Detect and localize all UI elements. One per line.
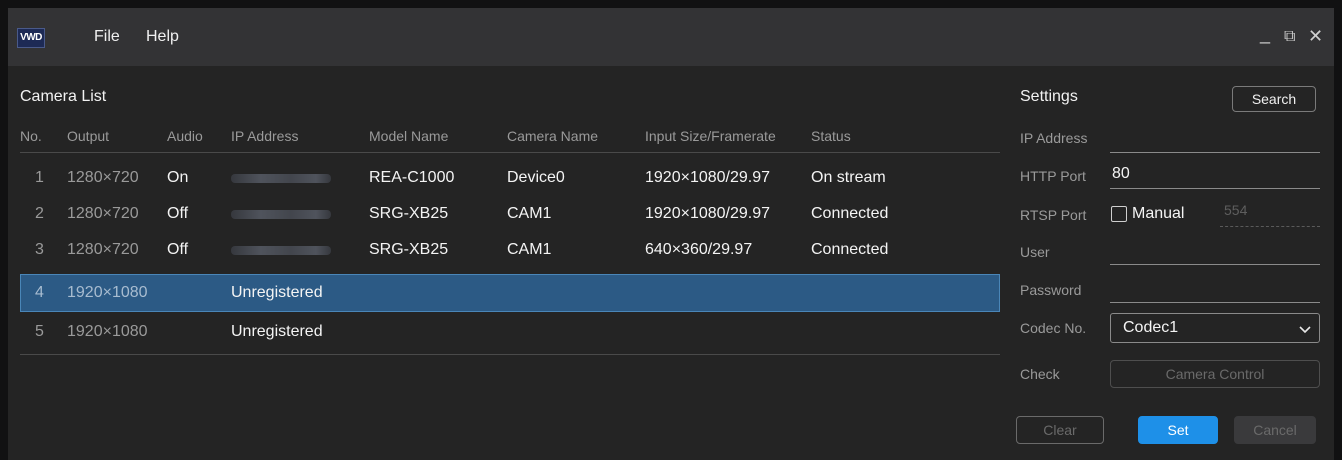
status-cell: Connected [811, 241, 889, 258]
model-cell: REA-C1000 [369, 169, 455, 186]
col-header-camera[interactable]: Camera Name [507, 128, 598, 144]
search-button[interactable]: Search [1232, 86, 1316, 112]
http-port-field[interactable] [1110, 188, 1320, 189]
minimize-icon[interactable]: _ [1260, 24, 1270, 45]
input-size-cell: 1920×1080/29.97 [645, 169, 771, 186]
col-header-audio[interactable]: Audio [167, 128, 203, 144]
col-header-input[interactable]: Input Size/Framerate [645, 128, 776, 144]
col-header-model[interactable]: Model Name [369, 128, 448, 144]
codec-select[interactable]: Codec1 [1110, 313, 1320, 343]
input-size-cell: 1920×1080/29.97 [645, 205, 771, 222]
app-logo: VWD [17, 28, 45, 48]
codec-value: Codec1 [1123, 319, 1179, 336]
model-cell: SRG-XB25 [369, 205, 449, 222]
menu-file[interactable]: File [94, 28, 120, 46]
col-header-no[interactable]: No. [20, 128, 42, 144]
camera-name-cell: CAM1 [507, 241, 552, 258]
status-cell: Connected [811, 205, 889, 222]
ip-cell: Unregistered [231, 284, 323, 301]
model-cell: SRG-XB25 [369, 241, 449, 258]
table-row-selected[interactable]: 4 1920×1080 Unregistered [20, 274, 1000, 312]
app-window: VWD File Help _ ⧉ ✕ Camera List No. Outp… [8, 8, 1334, 460]
table-bottom-divider [20, 354, 1000, 355]
codec-label: Codec No. [1020, 320, 1087, 336]
row-number: 4 [35, 284, 44, 301]
row-number: 2 [35, 205, 44, 222]
output-cell: 1920×1080 [67, 284, 148, 301]
ip-address-blurred [231, 210, 331, 219]
http-port-label: HTTP Port [1020, 168, 1086, 184]
audio-cell: Off [167, 241, 189, 258]
user-label: User [1020, 244, 1050, 260]
ip-address-field[interactable] [1110, 152, 1320, 153]
table-row[interactable]: 2 1280×720 Off SRG-XB25 CAM1 1920×1080/2… [20, 196, 1000, 232]
row-number: 1 [35, 169, 44, 186]
audio-cell: On [167, 169, 189, 186]
output-cell: 1920×1080 [67, 323, 148, 340]
title-bar: VWD File Help _ ⧉ ✕ [8, 8, 1334, 66]
output-cell: 1280×720 [67, 169, 139, 186]
manual-checkbox[interactable] [1111, 206, 1127, 222]
settings-title: Settings [1020, 88, 1078, 105]
camera-control-button[interactable]: Camera Control [1110, 360, 1320, 388]
check-label: Check [1020, 366, 1060, 382]
manual-label: Manual [1132, 205, 1185, 222]
camera-list-title: Camera List [20, 88, 107, 105]
header-divider [20, 152, 1000, 153]
http-port-value: 80 [1112, 165, 1130, 182]
ip-cell: Unregistered [231, 323, 323, 340]
status-cell: On stream [811, 169, 886, 186]
ip-address-label: IP Address [1020, 130, 1088, 146]
ip-address-blurred [231, 174, 331, 183]
col-header-ip[interactable]: IP Address [231, 128, 298, 144]
output-cell: 1280×720 [67, 205, 139, 222]
row-number: 3 [35, 241, 44, 258]
audio-cell: Off [167, 205, 189, 222]
set-button[interactable]: Set [1138, 416, 1218, 444]
close-icon[interactable]: ✕ [1308, 26, 1323, 47]
rtsp-port-field[interactable] [1220, 226, 1320, 227]
table-row[interactable]: 3 1280×720 Off SRG-XB25 CAM1 640×360/29.… [20, 232, 1000, 268]
col-header-output[interactable]: Output [67, 128, 109, 144]
menu-help[interactable]: Help [146, 28, 179, 46]
user-field[interactable] [1110, 264, 1320, 265]
password-field[interactable] [1110, 302, 1320, 303]
row-number: 5 [35, 323, 44, 340]
rtsp-port-value: 554 [1224, 202, 1248, 218]
col-header-status[interactable]: Status [811, 128, 851, 144]
rtsp-port-label: RTSP Port [1020, 207, 1087, 223]
table-row[interactable]: 1 1280×720 On REA-C1000 Device0 1920×108… [20, 160, 1000, 196]
output-cell: 1280×720 [67, 241, 139, 258]
restore-icon[interactable]: ⧉ [1284, 28, 1295, 46]
input-size-cell: 640×360/29.97 [645, 241, 753, 258]
cancel-button[interactable]: Cancel [1234, 416, 1316, 444]
camera-name-cell: Device0 [507, 169, 565, 186]
clear-button[interactable]: Clear [1016, 416, 1104, 444]
chevron-down-icon [1299, 326, 1311, 334]
table-row[interactable]: 5 1920×1080 Unregistered [20, 314, 1000, 350]
password-label: Password [1020, 282, 1082, 298]
camera-name-cell: CAM1 [507, 205, 552, 222]
ip-address-blurred [231, 246, 331, 255]
